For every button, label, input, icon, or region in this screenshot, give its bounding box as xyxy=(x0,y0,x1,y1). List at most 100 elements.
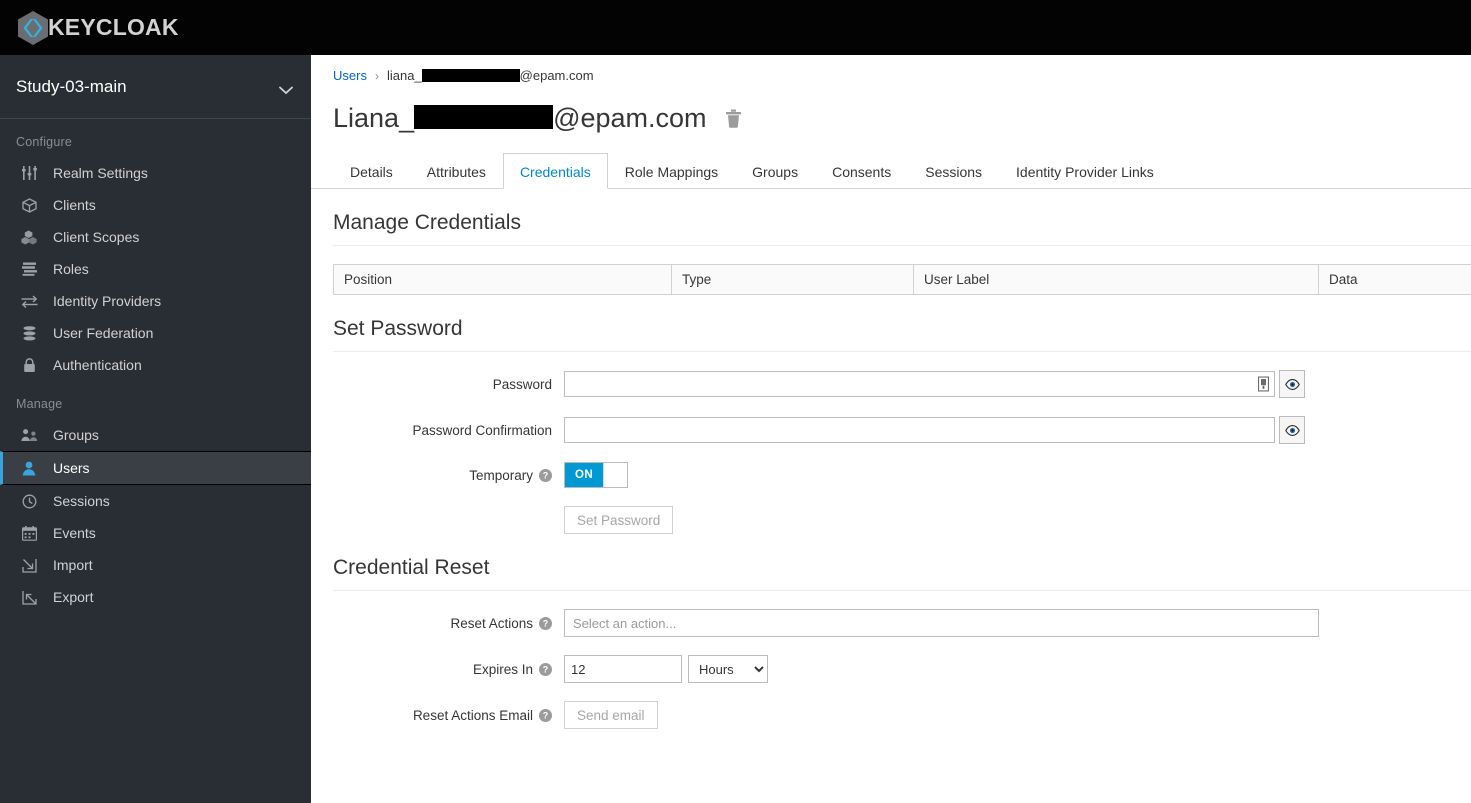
sidebar-item-label: Sessions xyxy=(53,493,110,509)
password-confirmation-input[interactable] xyxy=(564,417,1275,443)
password-confirmation-reveal-button[interactable] xyxy=(1279,416,1305,444)
reset-actions-email-label-wrap: Reset Actions Email ? xyxy=(311,708,564,723)
password-label: Password xyxy=(492,376,552,392)
column-header-position[interactable]: Position xyxy=(333,264,672,295)
sidebar-item-export[interactable]: Export xyxy=(0,581,311,613)
sidebar-item-events[interactable]: Events xyxy=(0,517,311,549)
breadcrumb-current-prefix: liana_ xyxy=(386,68,422,83)
help-circle-icon[interactable]: ? xyxy=(539,468,552,482)
sidebar-section-manage-title: Manage xyxy=(16,397,63,411)
section-divider xyxy=(333,590,1471,591)
sidebar-item-label: Import xyxy=(53,557,93,573)
reset-actions-label-wrap: Reset Actions ? xyxy=(311,616,564,631)
sidebar-item-roles[interactable]: Roles xyxy=(0,253,311,285)
section-divider xyxy=(333,351,1471,352)
breadcrumb-current: liana_ @epam.com xyxy=(387,68,594,83)
sidebar-item-groups[interactable]: Groups xyxy=(0,419,311,451)
sidebar-item-label: Users xyxy=(53,460,90,476)
sidebar-item-authentication[interactable]: Authentication xyxy=(0,349,311,381)
calendar-icon xyxy=(19,524,39,542)
svg-text:?: ? xyxy=(543,664,549,674)
page-title: Liana_ @epam.com xyxy=(333,103,707,134)
password-input[interactable] xyxy=(564,371,1275,397)
expires-in-input[interactable] xyxy=(564,655,682,683)
sidebar-item-label: Events xyxy=(53,525,96,541)
reset-actions-email-label: Reset Actions Email xyxy=(412,707,533,723)
tab-groups[interactable]: Groups xyxy=(735,153,815,189)
tab-credentials[interactable]: Credentials xyxy=(502,153,608,189)
masthead: KEYCLOAK xyxy=(0,0,1471,55)
page-title-prefix: Liana_ xyxy=(333,103,415,133)
sidebar-item-label: Authentication xyxy=(53,357,142,373)
tab-sessions[interactable]: Sessions xyxy=(908,153,999,189)
credential-reset-heading: Credential Reset xyxy=(333,556,490,579)
user-tabs: Details Attributes Credentials Role Mapp… xyxy=(311,152,1471,189)
password-manager-icon[interactable] xyxy=(1257,376,1270,392)
redaction-bar xyxy=(414,105,554,129)
tab-details[interactable]: Details xyxy=(333,153,410,189)
temporary-toggle-knob xyxy=(603,463,627,487)
help-circle-icon[interactable]: ? xyxy=(539,708,552,722)
tab-attributes[interactable]: Attributes xyxy=(410,153,503,189)
realm-selector[interactable]: Study-03-main xyxy=(0,55,311,119)
sidebar-item-realm-settings[interactable]: Realm Settings xyxy=(0,157,311,189)
sidebar-item-client-scopes[interactable]: Client Scopes xyxy=(0,221,311,253)
breadcrumb-current-suffix: @epam.com xyxy=(519,68,594,83)
reset-actions-control: Select an action... xyxy=(564,609,1319,637)
manage-credentials-heading: Manage Credentials xyxy=(333,211,521,234)
column-header-user-label[interactable]: User Label xyxy=(913,264,1319,295)
password-confirmation-control xyxy=(564,416,1305,444)
sidebar-item-identity-providers[interactable]: Identity Providers xyxy=(0,285,311,317)
help-circle-icon[interactable]: ? xyxy=(539,616,552,630)
trash-icon[interactable] xyxy=(725,109,742,128)
password-reveal-button[interactable] xyxy=(1279,370,1305,398)
breadcrumb-link-users[interactable]: Users xyxy=(333,68,367,83)
set-password-button-control: Set Password xyxy=(564,506,674,534)
sidebar-item-label: User Federation xyxy=(53,325,154,341)
column-header-data[interactable]: Data xyxy=(1318,264,1471,295)
breadcrumb-separator: › xyxy=(374,68,379,83)
column-header-type[interactable]: Type xyxy=(671,264,914,295)
reset-actions-placeholder: Select an action... xyxy=(573,615,677,631)
reset-actions-email-row: Reset Actions Email ? Send email xyxy=(311,701,1471,729)
import-arrow-icon xyxy=(19,556,39,574)
sidebar-item-label: Identity Providers xyxy=(53,293,162,309)
svg-text:?: ? xyxy=(543,470,549,480)
password-row: Password xyxy=(311,370,1471,398)
expires-in-unit-select[interactable]: Hours xyxy=(688,655,768,683)
users-group-icon xyxy=(19,426,39,444)
sidebar-section-configure-title: Configure xyxy=(16,135,72,149)
sidebar-item-import[interactable]: Import xyxy=(0,549,311,581)
export-arrow-icon xyxy=(19,588,39,606)
tab-role-mappings[interactable]: Role Mappings xyxy=(608,153,735,189)
temporary-control: ON xyxy=(564,462,628,488)
keycloak-logo-icon xyxy=(14,9,52,47)
password-confirmation-row: Password Confirmation xyxy=(311,416,1471,444)
brand-logo[interactable]: KEYCLOAK xyxy=(14,9,179,47)
temporary-row: Temporary ? ON xyxy=(311,462,1471,488)
lock-icon xyxy=(19,356,39,374)
sidebar-item-clients[interactable]: Clients xyxy=(0,189,311,221)
user-icon xyxy=(19,459,39,477)
temporary-label-wrap: Temporary ? xyxy=(311,468,564,483)
set-password-heading: Set Password xyxy=(333,317,463,340)
tab-identity-provider-links[interactable]: Identity Provider Links xyxy=(999,153,1171,189)
password-input-wrap xyxy=(564,371,1275,397)
sidebar: Study-03-main Configure Realm Settings C… xyxy=(0,55,311,803)
list-icon xyxy=(19,260,39,278)
expires-in-row: Expires In ? Hours xyxy=(311,655,1471,683)
tab-consents[interactable]: Consents xyxy=(815,153,908,189)
sidebar-item-user-federation[interactable]: User Federation xyxy=(0,317,311,349)
page-title-row: Liana_ @epam.com xyxy=(311,83,1471,134)
send-email-button[interactable]: Send email xyxy=(564,701,658,729)
set-password-button[interactable]: Set Password xyxy=(564,506,674,534)
sidebar-item-sessions[interactable]: Sessions xyxy=(0,485,311,517)
sidebar-item-users[interactable]: Users xyxy=(0,451,311,485)
cube-icon xyxy=(19,196,39,214)
section-divider xyxy=(333,245,1471,246)
help-circle-icon[interactable]: ? xyxy=(539,662,552,676)
clock-icon xyxy=(19,492,39,510)
reset-actions-select[interactable]: Select an action... xyxy=(564,609,1319,637)
chevron-down-icon xyxy=(279,82,293,95)
temporary-toggle[interactable]: ON xyxy=(564,462,628,488)
